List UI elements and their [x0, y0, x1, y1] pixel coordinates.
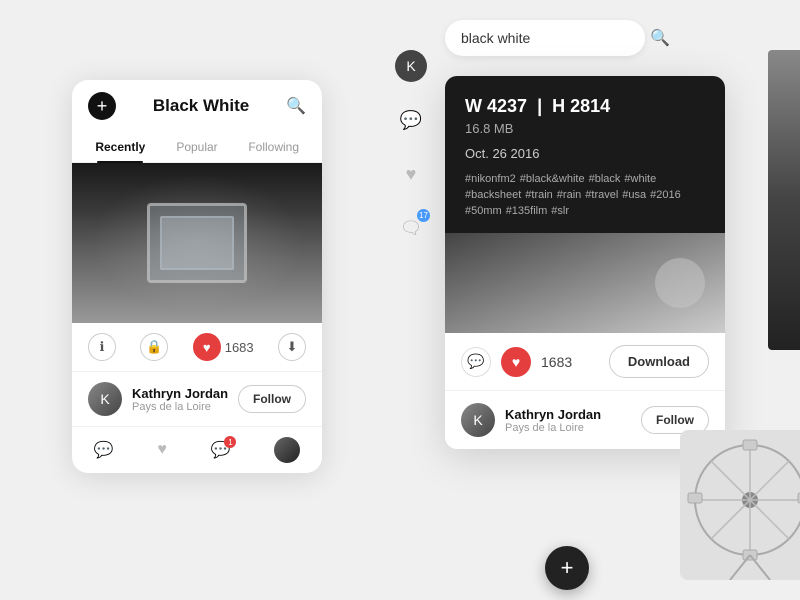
card-title: Black White	[153, 96, 249, 116]
sidebar-icons: K 💬 ♥ 🗨 17	[395, 50, 427, 244]
tag: #50mm	[465, 205, 502, 217]
main-content: 🔍 W 4237 | H 2814 16.8 MB Oct. 26 2016 #…	[445, 20, 800, 449]
image-preview	[445, 233, 725, 333]
card-image	[72, 163, 322, 323]
tab-popular[interactable]: Popular	[159, 132, 236, 162]
tag: #travel	[585, 189, 618, 201]
detail-like-count: 1683	[541, 354, 572, 370]
lock-button[interactable]: 🔒	[140, 333, 168, 361]
search-bar: 🔍	[445, 20, 645, 56]
bottom-comment-icon[interactable]: 💬 1	[211, 440, 231, 460]
search-input[interactable]	[461, 30, 642, 46]
chat-icon: 💬	[467, 353, 484, 370]
image-detail-actions: 💬 ♥ 1683 Download	[445, 333, 725, 390]
chat-icon: 💬	[400, 110, 422, 131]
ferris-wheel-image	[680, 430, 800, 580]
card-user: K Kathryn Jordan Pays de la Loire Follow	[72, 372, 322, 426]
sidebar-heart-icon[interactable]: ♥	[395, 158, 427, 190]
preview-circle	[655, 258, 705, 308]
mobile-card: + Black White 🔍 Recently Popular Followi…	[72, 80, 322, 473]
image-date: Oct. 26 2016	[465, 146, 705, 161]
detail-user-info: Kathryn Jordan Pays de la Loire	[505, 407, 641, 434]
detail-left-actions: 💬 ♥ 1683	[461, 347, 572, 377]
lock-icon: 🔒	[146, 339, 162, 355]
fab-button[interactable]: +	[545, 546, 589, 590]
tag: #usa	[622, 189, 646, 201]
ferris-wheel-svg	[680, 430, 800, 580]
right-panel: K 💬 ♥ 🗨 17 🔍 W 4237 | H 2814	[395, 20, 800, 600]
image-detail-card: W 4237 | H 2814 16.8 MB Oct. 26 2016 #ni…	[445, 76, 725, 449]
card-tabs: Recently Popular Following	[72, 132, 322, 163]
tag: #black&white	[520, 173, 585, 185]
image-tags: #nikonfm2 #black&white #black #white #ba…	[465, 173, 705, 217]
tag: #white	[624, 173, 656, 185]
image-size: 16.8 MB	[465, 121, 705, 136]
sidebar-comment-icon[interactable]: 🗨 17	[395, 212, 427, 244]
tag: #135film	[506, 205, 548, 217]
user-location: Pays de la Loire	[132, 401, 238, 413]
detail-heart-button[interactable]: ♥	[501, 347, 531, 377]
comment-badge: 1	[224, 436, 236, 448]
tag: #train	[525, 189, 553, 201]
card-bottom-nav: 💬 ♥ 💬 1	[72, 426, 322, 473]
download-icon: ⬇	[287, 339, 298, 355]
right-edge-image	[768, 50, 800, 350]
tab-recently[interactable]: Recently	[82, 132, 159, 162]
bottom-heart-icon[interactable]: ♥	[157, 441, 167, 459]
detail-user-location: Pays de la Loire	[505, 422, 641, 434]
bottom-avatar[interactable]	[274, 437, 300, 463]
follow-button[interactable]: Follow	[238, 385, 306, 413]
heart-button[interactable]: ♥	[193, 333, 221, 361]
comment-badge: 17	[417, 209, 430, 222]
tag: #black	[589, 173, 621, 185]
like-group: ♥ 1683	[193, 333, 254, 361]
sidebar-chat-icon[interactable]: 💬	[395, 104, 427, 136]
download-button[interactable]: ⬇	[278, 333, 306, 361]
detail-avatar: K	[461, 403, 495, 437]
avatar: K	[88, 382, 122, 416]
tag: #backsheet	[465, 189, 521, 201]
heart-icon: ♥	[203, 340, 211, 355]
sidebar-avatar[interactable]: K	[395, 50, 427, 82]
heart-icon: ♥	[406, 164, 417, 185]
info-button[interactable]: ℹ	[88, 333, 116, 361]
tab-following[interactable]: Following	[235, 132, 312, 162]
card-actions: ℹ 🔒 ♥ 1683 ⬇	[72, 323, 322, 372]
bottom-chat-icon[interactable]: 💬	[94, 440, 114, 460]
download-button[interactable]: Download	[609, 345, 709, 378]
train-window	[147, 203, 247, 283]
search-icon[interactable]: 🔍	[286, 96, 306, 116]
heart-icon: ♥	[512, 354, 520, 370]
tag: #rain	[557, 189, 581, 201]
like-count: 1683	[225, 340, 254, 355]
card-header: + Black White 🔍	[72, 80, 322, 132]
user-name: Kathryn Jordan	[132, 386, 238, 401]
detail-user-name: Kathryn Jordan	[505, 407, 641, 422]
detail-chat-button[interactable]: 💬	[461, 347, 491, 377]
image-dimensions: W 4237 | H 2814	[465, 96, 705, 117]
tag: #slr	[551, 205, 569, 217]
user-info: Kathryn Jordan Pays de la Loire	[132, 386, 238, 413]
image-detail-top: W 4237 | H 2814 16.8 MB Oct. 26 2016 #ni…	[445, 76, 725, 233]
add-button[interactable]: +	[88, 92, 116, 120]
search-icon[interactable]: 🔍	[650, 28, 670, 48]
tag: #nikonfm2	[465, 173, 516, 185]
tag: #2016	[650, 189, 681, 201]
info-icon: ℹ	[100, 339, 105, 355]
